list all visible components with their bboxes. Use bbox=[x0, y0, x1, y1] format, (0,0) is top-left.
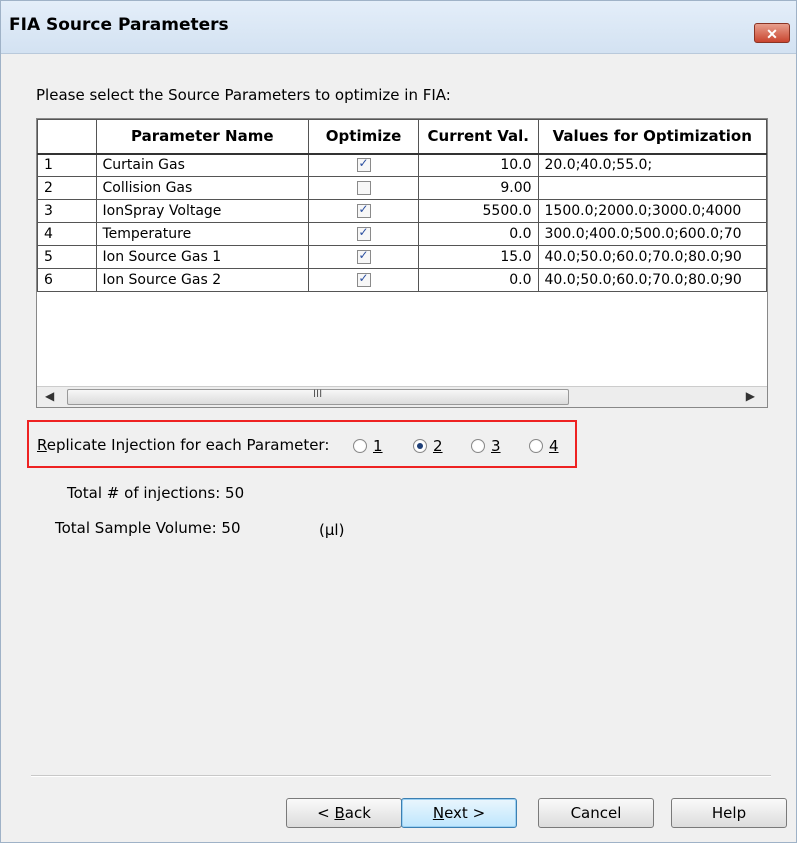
optimization-values-cell[interactable]: 1500.0;2000.0;3000.0;4000 bbox=[537, 199, 767, 223]
total-injections-text: Total # of injections: 50 bbox=[67, 484, 245, 502]
radio-icon[interactable] bbox=[471, 439, 485, 453]
optimize-checkbox[interactable] bbox=[356, 202, 371, 218]
radio-selected-icon[interactable] bbox=[413, 439, 427, 453]
volume-unit-text: (µl) bbox=[319, 521, 345, 539]
help-button[interactable]: Help bbox=[671, 798, 787, 828]
scrollbar-grip: III bbox=[313, 388, 323, 400]
table-row[interactable]: 4Temperature 0.0300.0;400.0;500.0;600.0;7… bbox=[37, 222, 767, 246]
button-separator bbox=[31, 775, 771, 777]
column-header-current-val[interactable]: Current Val. bbox=[418, 119, 539, 155]
table-row[interactable]: 6Ion Source Gas 2 0.040.0;50.0;60.0;70.0;… bbox=[37, 268, 767, 292]
optimize-checkbox[interactable] bbox=[356, 271, 371, 287]
current-value-cell[interactable]: 0.0 bbox=[418, 222, 539, 246]
current-value-cell[interactable]: 0.0 bbox=[418, 268, 539, 292]
next-button[interactable]: Next > bbox=[401, 798, 517, 828]
column-header-optimize[interactable]: Optimize bbox=[308, 119, 419, 155]
current-value-cell[interactable]: 15.0 bbox=[418, 245, 539, 269]
dialog-title: FIA Source Parameters bbox=[9, 15, 229, 35]
optimize-cell[interactable] bbox=[308, 222, 419, 246]
horizontal-scrollbar[interactable]: ◀ III ▶ bbox=[37, 386, 767, 407]
optimization-values-cell[interactable]: 300.0;400.0;500.0;600.0;70 bbox=[537, 222, 767, 246]
back-button[interactable]: < Back bbox=[286, 798, 402, 828]
optimization-values-cell[interactable]: 40.0;50.0;60.0;70.0;80.0;90 bbox=[537, 268, 767, 292]
parameter-name-cell[interactable]: Collision Gas bbox=[95, 176, 310, 200]
optimize-checkbox[interactable] bbox=[356, 156, 371, 173]
replicate-option-2[interactable]: 2 bbox=[413, 437, 443, 455]
optimization-values-cell[interactable]: 40.0;50.0;60.0;70.0;80.0;90 bbox=[537, 245, 767, 269]
optimize-cell[interactable] bbox=[308, 199, 419, 223]
optimization-values-cell[interactable] bbox=[537, 176, 767, 200]
optimize-cell[interactable] bbox=[308, 268, 419, 292]
optimize-checkbox[interactable] bbox=[356, 181, 371, 195]
optimize-cell[interactable] bbox=[308, 245, 419, 269]
table-row[interactable]: 5Ion Source Gas 1 15.040.0;50.0;60.0;70.0… bbox=[37, 245, 767, 269]
current-value-cell[interactable]: 9.00 bbox=[418, 176, 539, 200]
row-index-cell[interactable]: 4 bbox=[37, 222, 97, 246]
title-bar: FIA Source Parameters ✕ bbox=[1, 1, 796, 54]
instruction-text: Please select the Source Parameters to o… bbox=[36, 86, 451, 104]
table-row[interactable]: 2 Collision Gas 9.00 bbox=[37, 176, 767, 200]
parameters-table: Parameter Name Optimize Current Val. Val… bbox=[37, 119, 767, 292]
replicate-option-3[interactable]: 3 bbox=[471, 437, 501, 455]
optimize-cell[interactable] bbox=[308, 153, 419, 177]
parameter-name-cell[interactable]: Ion Source Gas 2 bbox=[95, 268, 310, 292]
parameter-name-cell[interactable]: Curtain Gas bbox=[95, 153, 310, 177]
column-header-values-for-optimization[interactable]: Values for Optimization bbox=[537, 119, 767, 155]
optimize-cell[interactable] bbox=[308, 176, 419, 200]
parameters-grid: Parameter Name Optimize Current Val. Val… bbox=[36, 118, 768, 408]
optimize-checkbox[interactable] bbox=[356, 248, 371, 264]
column-header-index[interactable] bbox=[37, 119, 97, 155]
replicate-injection-group: Replicate Injection for each Parameter: … bbox=[27, 420, 577, 468]
parameter-name-cell[interactable]: Temperature bbox=[95, 222, 310, 246]
optimize-checkbox[interactable] bbox=[356, 225, 371, 241]
row-index-cell[interactable]: 5 bbox=[37, 245, 97, 269]
scroll-left-icon[interactable]: ◀ bbox=[45, 389, 54, 403]
row-index-cell[interactable]: 2 bbox=[37, 176, 97, 200]
parameter-name-cell[interactable]: Ion Source Gas 1 bbox=[95, 245, 310, 269]
parameter-name-cell[interactable]: IonSpray Voltage bbox=[95, 199, 310, 223]
close-button[interactable]: ✕ bbox=[754, 23, 790, 43]
row-index-cell[interactable]: 1 bbox=[37, 153, 97, 177]
current-value-cell[interactable]: 10.0 bbox=[418, 153, 539, 177]
replicate-injection-label: Replicate Injection for each Parameter: bbox=[37, 436, 330, 454]
scrollbar-thumb[interactable]: III bbox=[67, 388, 569, 405]
radio-icon[interactable] bbox=[529, 439, 543, 453]
cancel-button[interactable]: Cancel bbox=[538, 798, 654, 828]
header-row: Parameter Name Optimize Current Val. Val… bbox=[37, 119, 767, 155]
total-sample-volume-text: Total Sample Volume: 50 bbox=[55, 519, 241, 537]
replicate-option-1[interactable]: 1 bbox=[353, 437, 383, 455]
current-value-cell[interactable]: 5500.0 bbox=[418, 199, 539, 223]
column-header-parameter-name[interactable]: Parameter Name bbox=[95, 119, 310, 155]
row-index-cell[interactable]: 6 bbox=[37, 268, 97, 292]
row-index-cell[interactable]: 3 bbox=[37, 199, 97, 223]
replicate-option-4[interactable]: 4 bbox=[529, 437, 559, 455]
scroll-right-icon[interactable]: ▶ bbox=[746, 389, 755, 403]
radio-icon[interactable] bbox=[353, 439, 367, 453]
table-row[interactable]: 1Curtain Gas 10.020.0;40.0;55.0; bbox=[37, 153, 767, 177]
optimization-values-cell[interactable]: 20.0;40.0;55.0; bbox=[537, 153, 767, 177]
fia-source-parameters-dialog: FIA Source Parameters ✕ Please select th… bbox=[0, 0, 797, 843]
table-row[interactable]: 3IonSpray Voltage 5500.01500.0;2000.0;300… bbox=[37, 199, 767, 223]
